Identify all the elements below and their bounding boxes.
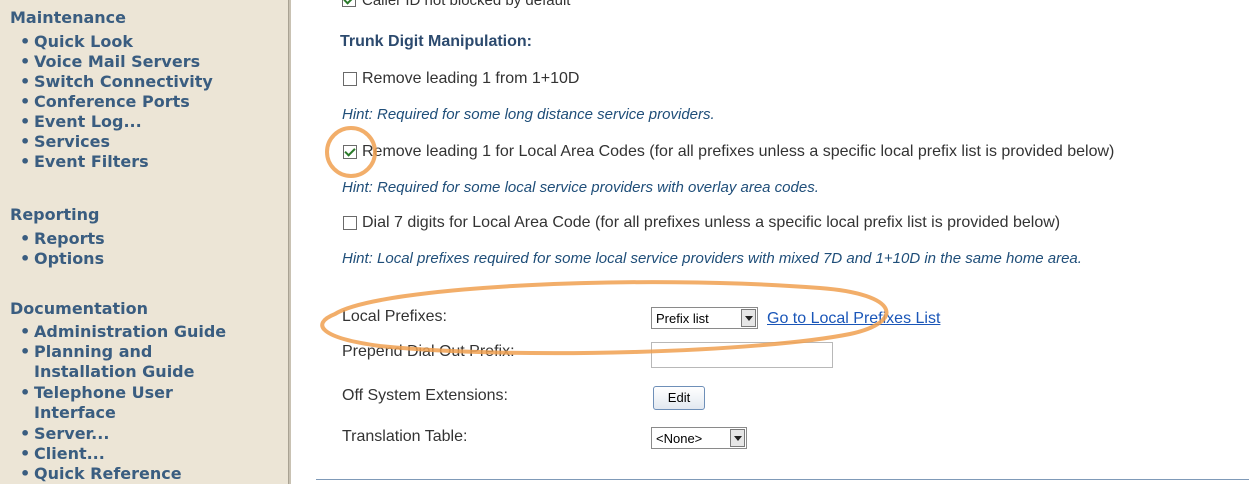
hint-local-prefixes: Hint: Local prefixes required for some l… xyxy=(342,250,1082,267)
hint-overlay-area-codes: Hint: Required for some local service pr… xyxy=(342,179,819,196)
sidebar-item-reports[interactable]: Reports xyxy=(20,229,105,249)
sidebar-item-event-filters[interactable]: Event Filters xyxy=(20,152,149,172)
caller-id-label: Caller ID not blocked by default xyxy=(362,0,571,9)
dial-7-digits-label: Dial 7 digits for Local Area Code (for a… xyxy=(362,214,1061,231)
sidebar-item-quick-look[interactable]: Quick Look xyxy=(20,32,133,52)
dial-7-digits-checkbox[interactable] xyxy=(343,216,357,230)
documentation-heading: Documentation xyxy=(10,299,149,318)
sidebar-item-event-log[interactable]: Event Log... xyxy=(20,112,142,132)
page: Maintenance Quick Look Voice Mail Server… xyxy=(0,0,1249,484)
translation-table-select-value: <None> xyxy=(656,431,703,446)
remove-leading-1-label: Remove leading 1 from 1+10D xyxy=(362,70,580,87)
sidebar-item-server[interactable]: Server... xyxy=(20,424,109,444)
sidebar-item-conference-ports[interactable]: Conference Ports xyxy=(20,92,190,112)
off-system-extensions-label: Off System Extensions: xyxy=(342,387,508,404)
bottom-rule xyxy=(316,479,1249,480)
sidebar-item-services[interactable]: Services xyxy=(20,132,110,152)
sidebar-item-planning-installation-guide[interactable]: Planning and xyxy=(20,342,152,362)
sidebar-item-client[interactable]: Client... xyxy=(20,444,105,464)
chevron-down-icon[interactable] xyxy=(741,309,756,327)
local-prefixes-select-value: Prefix list xyxy=(656,311,709,326)
sidebar-item-telephone-user-interface[interactable]: Telephone User xyxy=(20,383,173,403)
main-content: Caller ID not blocked by default Trunk D… xyxy=(292,0,1249,484)
sidebar-item-options[interactable]: Options xyxy=(20,249,104,269)
local-prefixes-label: Local Prefixes: xyxy=(342,308,447,325)
sidebar-divider xyxy=(288,0,291,484)
sidebar-item-telephone-user-interface-cont[interactable]: Interface xyxy=(34,403,116,423)
maintenance-heading: Maintenance xyxy=(10,8,127,27)
reporting-heading: Reporting xyxy=(10,205,100,224)
prepend-prefix-label: Prepend Dial Out Prefix: xyxy=(342,343,515,360)
local-prefixes-select[interactable]: Prefix list xyxy=(651,307,758,329)
edit-button[interactable]: Edit xyxy=(653,386,705,410)
hint-long-distance: Hint: Required for some long distance se… xyxy=(342,106,715,123)
remove-leading-1-local-label: Remove leading 1 for Local Area Codes (f… xyxy=(362,143,1115,160)
sidebar-item-quick-reference[interactable]: Quick Reference xyxy=(20,464,182,484)
sidebar-item-administration-guide[interactable]: Administration Guide xyxy=(20,322,226,342)
remove-leading-1-checkbox[interactable] xyxy=(343,72,357,86)
sidebar-item-voice-mail-servers[interactable]: Voice Mail Servers xyxy=(20,52,200,72)
section-title: Trunk Digit Manipulation: xyxy=(340,33,532,50)
translation-table-select[interactable]: <None> xyxy=(651,427,747,449)
sidebar: Maintenance Quick Look Voice Mail Server… xyxy=(0,0,288,484)
sidebar-item-switch-connectivity[interactable]: Switch Connectivity xyxy=(20,72,213,92)
sidebar-item-planning-installation-guide-cont[interactable]: Installation Guide xyxy=(34,362,194,382)
remove-leading-1-local-checkbox[interactable] xyxy=(343,145,357,159)
translation-table-label: Translation Table: xyxy=(342,428,468,445)
chevron-down-icon[interactable] xyxy=(730,429,745,447)
caller-id-checkbox[interactable] xyxy=(342,0,356,7)
prepend-prefix-input[interactable] xyxy=(651,342,833,368)
go-to-local-prefixes-link[interactable]: Go to Local Prefixes List xyxy=(767,310,940,328)
